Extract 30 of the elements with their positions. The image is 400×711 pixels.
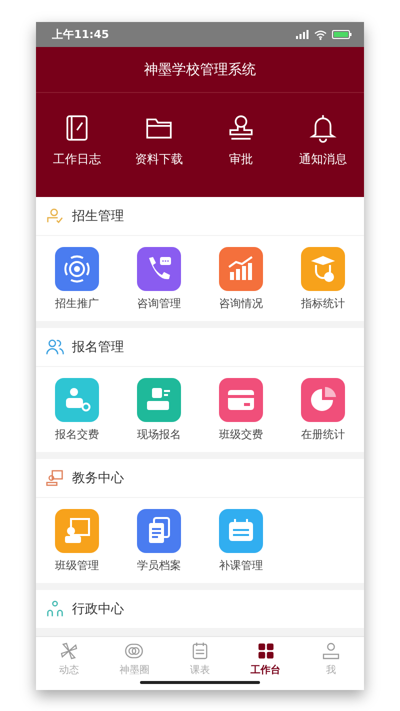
feature-item[interactable]: 指标统计 [282,247,364,312]
pinwheel-icon [58,641,79,661]
app-title: 神墨学校管理系统 [36,47,364,93]
tab-item[interactable]: 工作台 [232,641,298,690]
feature-item[interactable]: 咨询情况 [200,247,282,312]
feature-item[interactable]: 补课管理 [200,509,282,574]
battery-icon [332,30,352,39]
section-title: 教务中心 [72,470,124,486]
feature-item[interactable]: 招生推广 [36,247,118,312]
bell-icon [308,113,338,143]
feature-item[interactable]: 在册统计 [282,378,364,443]
section-title: 招生管理 [72,208,124,224]
section-title: 行政中心 [72,600,124,618]
feature-item[interactable]: 班级管理 [36,509,118,574]
feature-item[interactable]: 咨询管理 [118,247,200,312]
rings-icon [124,641,144,661]
wifi-icon [314,30,327,40]
quick-action[interactable]: 资料下载 [118,113,200,168]
person-icon [321,641,342,661]
feature-item[interactable]: 班级交费 [200,378,282,443]
feature-item[interactable]: 学员档案 [118,509,200,574]
feature-item[interactable]: 报名交费 [36,378,118,443]
grid-icon [256,641,276,661]
quick-action[interactable]: 工作日志 [36,113,118,168]
quick-action[interactable]: 审批 [200,113,282,168]
quick-action[interactable]: 通知消息 [282,113,364,168]
feature-item[interactable]: 现场报名 [118,378,200,443]
signal-icon [296,30,309,39]
status-time: 上午11:45 [52,27,110,42]
section-title: 报名管理 [72,338,124,356]
